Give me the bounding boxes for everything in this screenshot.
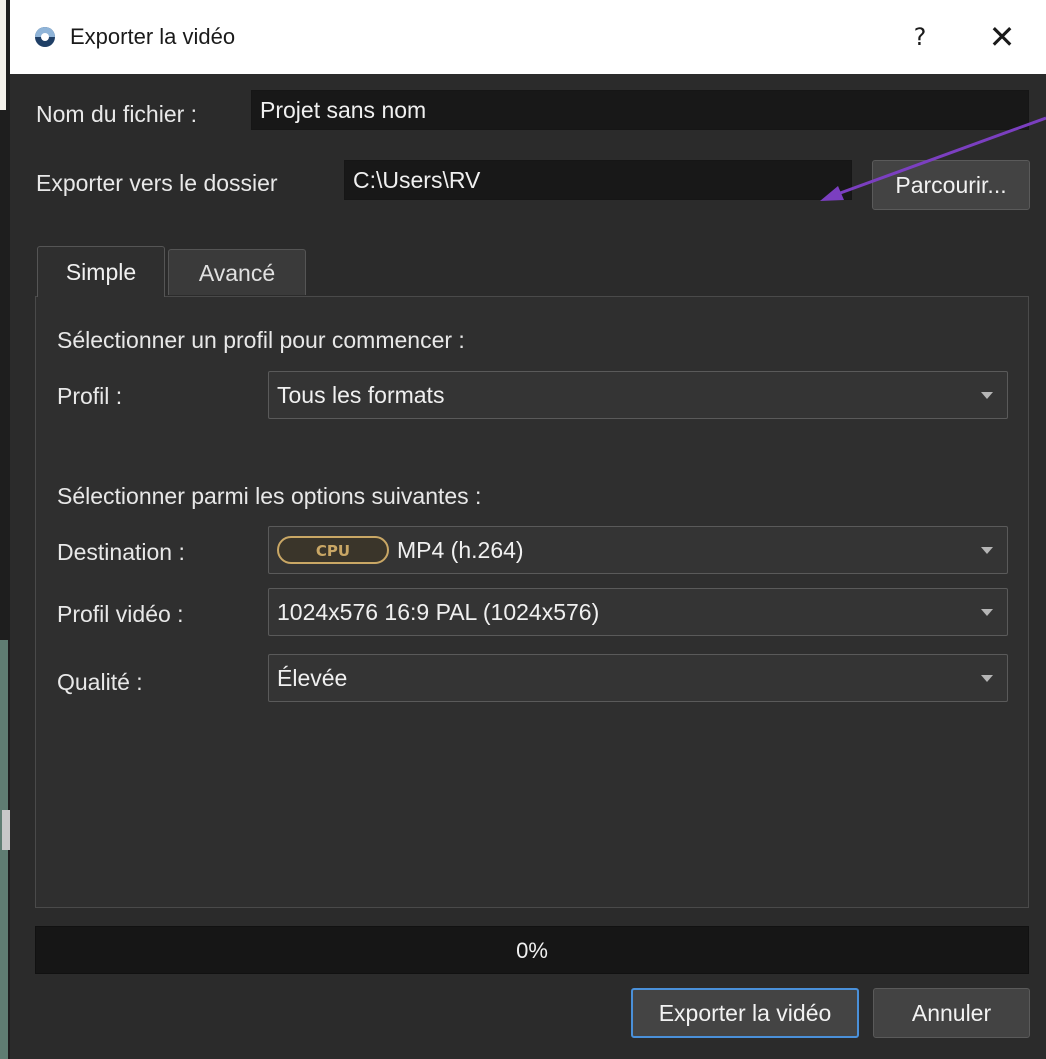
destination-dropdown[interactable]: CPU MP4 (h.264) bbox=[268, 526, 1008, 574]
export-folder-input[interactable]: C:\Users\RV bbox=[344, 160, 852, 200]
file-name-input[interactable]: Projet sans nom bbox=[251, 90, 1029, 130]
chevron-down-icon bbox=[981, 547, 993, 554]
cpu-badge: CPU bbox=[277, 536, 389, 564]
browse-button[interactable]: Parcourir... bbox=[872, 160, 1030, 210]
export-video-button[interactable]: Exporter la vidéo bbox=[631, 988, 859, 1038]
video-profile-dropdown[interactable]: 1024x576 16:9 PAL (1024x576) bbox=[268, 588, 1008, 636]
progress-percent: 0% bbox=[516, 938, 548, 963]
video-profile-label: Profil vidéo : bbox=[57, 601, 184, 627]
title-bar: Exporter la vidéo ? ✕ bbox=[10, 0, 1046, 74]
tab-simple[interactable]: Simple bbox=[37, 246, 165, 297]
export-progress-bar: 0% bbox=[35, 926, 1029, 974]
chevron-down-icon bbox=[981, 609, 993, 616]
background-strip-light bbox=[0, 0, 6, 110]
quality-dropdown[interactable]: Élevée bbox=[268, 654, 1008, 702]
window-title: Exporter la vidéo bbox=[70, 24, 236, 49]
destination-value: MP4 (h.264) bbox=[397, 536, 524, 563]
chevron-down-icon bbox=[981, 675, 993, 682]
tab-advanced[interactable]: Avancé bbox=[168, 249, 306, 295]
background-strip-grey bbox=[2, 810, 10, 850]
destination-label: Destination : bbox=[57, 539, 185, 565]
cancel-button[interactable]: Annuler bbox=[873, 988, 1030, 1038]
openshot-logo-icon bbox=[35, 27, 55, 47]
background-strip bbox=[0, 0, 10, 1059]
profile-value: Tous les formats bbox=[277, 381, 445, 408]
export-folder-label: Exporter vers le dossier bbox=[36, 170, 278, 196]
quality-label: Qualité : bbox=[57, 669, 143, 695]
close-button[interactable]: ✕ bbox=[972, 0, 1032, 74]
profile-label: Profil : bbox=[57, 383, 123, 409]
file-name-label: Nom du fichier : bbox=[36, 101, 198, 127]
video-profile-value: 1024x576 16:9 PAL (1024x576) bbox=[277, 598, 600, 625]
profile-dropdown[interactable]: Tous les formats bbox=[268, 371, 1008, 419]
profile-section-heading: Sélectionner un profil pour commencer : bbox=[57, 327, 465, 353]
quality-value: Élevée bbox=[277, 664, 348, 691]
help-button[interactable]: ? bbox=[895, 0, 945, 74]
options-section-heading: Sélectionner parmi les options suivantes… bbox=[57, 483, 482, 509]
chevron-down-icon bbox=[981, 392, 993, 399]
